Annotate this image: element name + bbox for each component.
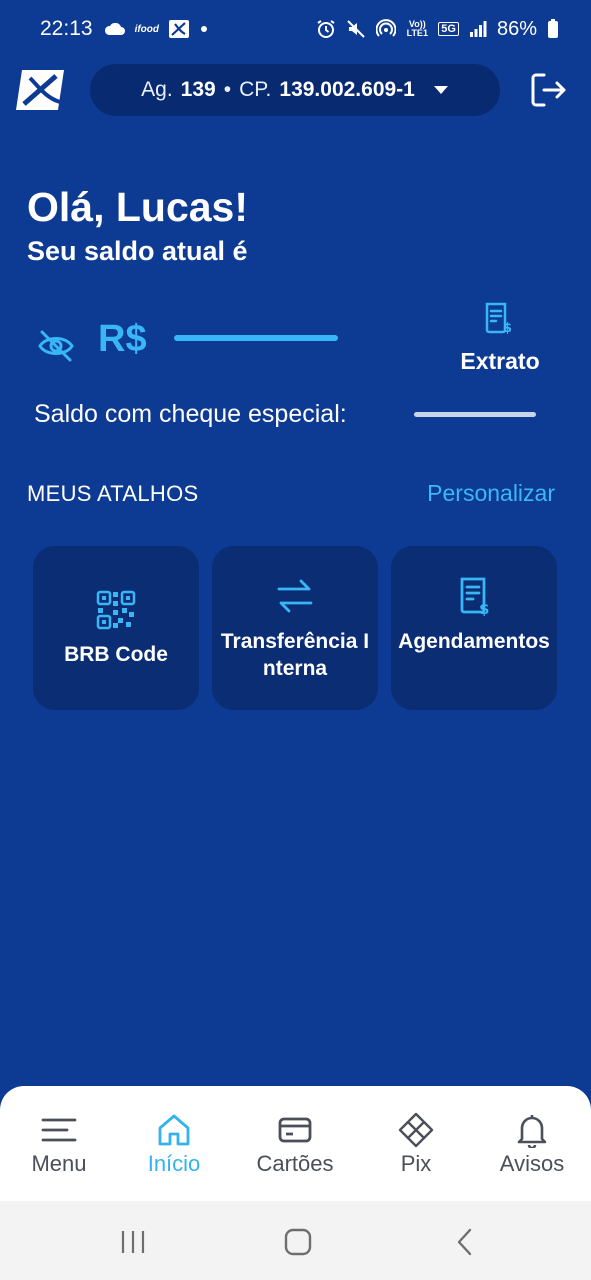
qr-code-icon [96,590,136,630]
battery-icon [547,19,559,39]
dot-icon [199,24,209,34]
volte-icon: Vo)) LTE1 [406,19,428,38]
account-selector[interactable]: Ag. 139 • CP. 139.002.609-1 [90,64,500,116]
shortcuts-grid: BRB Code Transferência Interna $ Agendam… [33,546,558,710]
shortcut-label: Transferência Interna [220,630,370,680]
cloud-icon [103,22,125,36]
system-navigation-bar [0,1201,591,1280]
shortcut-transferencia-interna[interactable]: Transferência Interna [212,546,378,710]
hotspot-icon [376,19,397,39]
balance-label: Seu saldo atual é [27,236,248,266]
nav-cartoes-label: Cartões [256,1151,334,1176]
bottom-nav: Menu Início Cartões Pix Avisos [0,1086,591,1201]
nav-pix-label: Pix [400,1151,432,1176]
shortcut-agendamentos[interactable]: $ Agendamentos [391,546,557,710]
svg-text:$: $ [503,321,512,334]
status-right: Vo)) LTE1 5G 86% [316,18,559,41]
transfer-arrows-icon [275,576,315,616]
nav-avisos[interactable]: Avisos [473,1086,591,1201]
mute-icon [346,19,366,39]
receipt-dollar-icon: $ [484,302,514,336]
nav-menu-label: Menu [31,1151,87,1176]
shortcut-label: Agendamentos [398,630,550,653]
status-left: 22:13 ifood [40,17,209,41]
status-time: 22:13 [40,17,93,40]
logout-icon[interactable] [530,72,568,108]
hamburger-icon [41,1112,77,1148]
ifood-icon: ifood [134,23,159,35]
agency-number: 139 [180,78,216,101]
cheque-especial-label: Saldo com cheque especial: [34,400,347,428]
balance-currency: R$ [98,318,147,360]
battery-percent: 86% [496,17,537,40]
nav-avisos-label: Avisos [499,1151,565,1176]
nav-pix[interactable]: Pix [357,1086,475,1201]
extrato-button[interactable]: $ Extrato [450,300,550,380]
customize-shortcuts-link[interactable]: Personalizar [427,480,555,507]
home-button-icon[interactable] [283,1227,313,1257]
status-bar: 22:13 ifood Vo)) LTE1 5G 86% [0,0,591,58]
agency-prefix: Ag. [141,78,173,101]
hidden-cheque-placeholder [414,412,536,417]
nav-menu[interactable]: Menu [0,1086,118,1201]
card-icon [277,1112,313,1148]
signal-icon [469,20,487,38]
account-number: 139.002.609-1 [279,78,415,101]
app-header: Ag. 139 • CP. 139.002.609-1 [0,62,591,118]
shortcut-label: BRB Code [64,643,168,666]
brb-icon [169,20,189,38]
eye-off-icon[interactable] [36,326,76,366]
nav-inicio-label: Início [147,1151,201,1176]
alarm-icon [316,19,336,39]
home-icon [156,1112,192,1148]
hidden-balance-placeholder [174,335,338,341]
bell-icon [514,1112,550,1150]
account-type: CP. [239,78,272,101]
5g-icon: 5G [438,22,459,36]
back-icon[interactable] [450,1227,480,1257]
receipt-dollar-icon: $ [454,576,494,618]
nav-cartoes[interactable]: Cartões [236,1086,354,1201]
shortcuts-title: MEUS ATALHOS [27,481,199,506]
shortcut-brb-code[interactable]: BRB Code [33,546,199,710]
nav-inicio[interactable]: Início [115,1086,233,1201]
greeting-title: Olá, Lucas! [27,184,249,230]
svg-text:$: $ [479,600,489,616]
extrato-label: Extrato [460,348,540,374]
account-separator: • [223,78,232,101]
recent-apps-icon[interactable] [118,1227,148,1257]
chevron-down-icon [433,85,449,95]
brb-logo-icon[interactable] [16,68,66,112]
pix-icon [398,1112,434,1148]
